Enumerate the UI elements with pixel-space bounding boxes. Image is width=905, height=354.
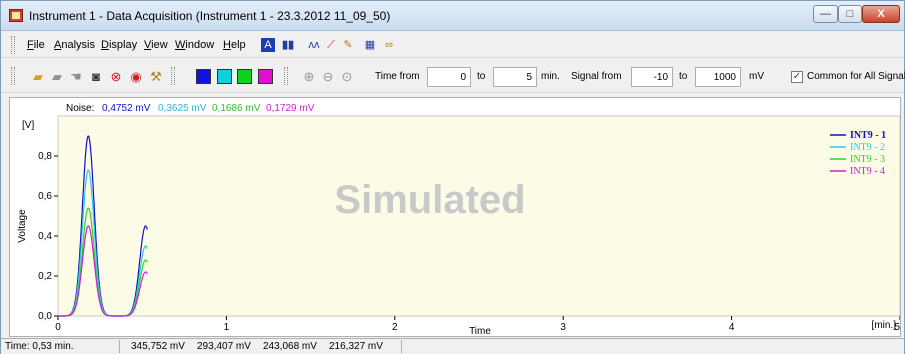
signal-4-color-button[interactable]: [258, 69, 273, 84]
maximize-button[interactable]: □: [838, 5, 862, 23]
y-tick-label: 0,2: [38, 271, 52, 282]
toolbar: ▰ ▰ ☚ ◙ ⊗ ◉ ⚒ ⊕ ⊖ ⊙ Time from to min. Si…: [1, 59, 905, 93]
y-tick-label: 0,0: [38, 311, 52, 322]
noise-value-2: 0,3625 mV: [158, 103, 207, 114]
abort-icon[interactable]: ◉: [128, 69, 144, 85]
instrument-app-icon: [9, 9, 23, 22]
y-tick-label: 0,8: [38, 151, 52, 162]
simulated-watermark: Simulated: [334, 178, 525, 222]
signal-to-label: to: [679, 71, 688, 82]
bar-chart-icon[interactable]: ▮▮: [281, 38, 295, 52]
x-tick-label: 1: [224, 322, 230, 333]
y-tick-label: 0,6: [38, 191, 52, 202]
status-signal-4: 216,327 mV: [329, 341, 383, 352]
time-to-input[interactable]: [493, 67, 537, 87]
menu-window[interactable]: Window: [175, 39, 214, 51]
chart-edit-icon[interactable]: ⟋: [324, 38, 338, 52]
x-unit-label: [min.]: [872, 320, 897, 331]
signal-from-input[interactable]: [631, 67, 673, 87]
wrench-icon[interactable]: ⚒: [148, 69, 164, 85]
y-unit-label: [V]: [22, 120, 34, 131]
zoom-in-icon[interactable]: ⊕: [301, 69, 317, 85]
legend-entry: INT9 - 2: [850, 142, 885, 153]
signal-3-color-button[interactable]: [237, 69, 252, 84]
stop-icon[interactable]: ⊗: [108, 69, 124, 85]
status-signal-3: 243,068 mV: [263, 341, 317, 352]
signal-unit-label: mV: [749, 71, 764, 82]
menu-file[interactable]: File: [27, 39, 45, 51]
title-bar[interactable]: Instrument 1 - Data Acquisition (Instrum…: [1, 1, 904, 31]
signal-2-color-button[interactable]: [217, 69, 232, 84]
menubar-grip[interactable]: [11, 36, 15, 54]
x-tick-label: 3: [560, 322, 566, 333]
close-button[interactable]: X: [862, 5, 900, 23]
x-tick-label: 5: [894, 322, 900, 333]
data-acquisition-window: Instrument 1 - Data Acquisition (Instrum…: [0, 0, 905, 354]
x-axis-label: Time: [469, 326, 491, 336]
link-icon[interactable]: ∞: [382, 38, 396, 52]
signal-1-color-button[interactable]: [196, 69, 211, 84]
toolbar-grip-3[interactable]: [284, 67, 288, 85]
status-signal-1: 345,752 mV: [131, 341, 185, 352]
legend-entry: INT9 - 3: [850, 154, 885, 165]
status-divider: [119, 340, 120, 353]
chromatogram-chart[interactable]: Simulated Noise: 0,4752 mV 0,3625 mV 0,1…: [10, 98, 901, 337]
peaks-icon[interactable]: ʌʌ: [307, 38, 321, 52]
menu-display[interactable]: Display: [101, 39, 137, 51]
method-icon[interactable]: ▰: [49, 69, 65, 85]
report-icon[interactable]: A: [261, 38, 275, 52]
y-axis-label: Voltage: [17, 209, 28, 243]
toolbar-grip-2[interactable]: [171, 67, 175, 85]
instrument-icon[interactable]: ▦: [363, 38, 377, 52]
toolbar-grip[interactable]: [11, 67, 15, 85]
signal-to-input[interactable]: [695, 67, 741, 87]
chromatogram-panel[interactable]: Simulated Noise: 0,4752 mV 0,3625 mV 0,1…: [9, 97, 901, 337]
menu-help[interactable]: Help: [223, 39, 246, 51]
common-signals-label: Common for All Signals: [807, 71, 905, 82]
status-bar: Time: 0,53 min. 345,752 mV 293,407 mV 24…: [1, 338, 904, 354]
time-to-label: to: [477, 71, 486, 82]
noise-value-1: 0,4752 mV: [102, 103, 151, 114]
menu-analysis[interactable]: Analysis: [54, 39, 95, 51]
minimize-button[interactable]: —: [813, 5, 838, 23]
signal-from-label: Signal from: [571, 71, 622, 82]
common-signals-checkbox[interactable]: ✓: [791, 71, 803, 83]
legend-entry: INT9 - 1: [850, 130, 886, 141]
y-tick-label: 0,4: [38, 231, 52, 242]
zoom-reset-icon[interactable]: ⊙: [339, 69, 355, 85]
noise-label: Noise:: [66, 103, 94, 114]
x-tick-label: 0: [55, 322, 61, 333]
time-from-input[interactable]: [427, 67, 471, 87]
noise-value-4: 0,1729 mV: [266, 103, 315, 114]
hand-icon[interactable]: ☚: [68, 69, 84, 85]
status-signal-2: 293,407 mV: [197, 341, 251, 352]
x-tick-label: 4: [729, 322, 735, 333]
noise-value-3: 0,1686 mV: [212, 103, 261, 114]
time-from-label: Time from: [375, 71, 420, 82]
legend-entry: INT9 - 4: [850, 166, 885, 177]
menu-view[interactable]: View: [144, 39, 168, 51]
zoom-out-icon[interactable]: ⊖: [320, 69, 336, 85]
status-divider: [401, 340, 402, 353]
menu-bar: File Analysis Display View Window Help A…: [1, 32, 904, 58]
time-unit-label: min.: [541, 71, 560, 82]
x-tick-label: 2: [392, 322, 398, 333]
window-title: Instrument 1 - Data Acquisition (Instrum…: [29, 9, 391, 23]
status-time: Time: 0,53 min.: [5, 341, 74, 352]
open-icon[interactable]: ▰: [30, 69, 46, 85]
pencil-icon[interactable]: ✎: [341, 38, 355, 52]
camera-icon[interactable]: ◙: [88, 69, 104, 85]
